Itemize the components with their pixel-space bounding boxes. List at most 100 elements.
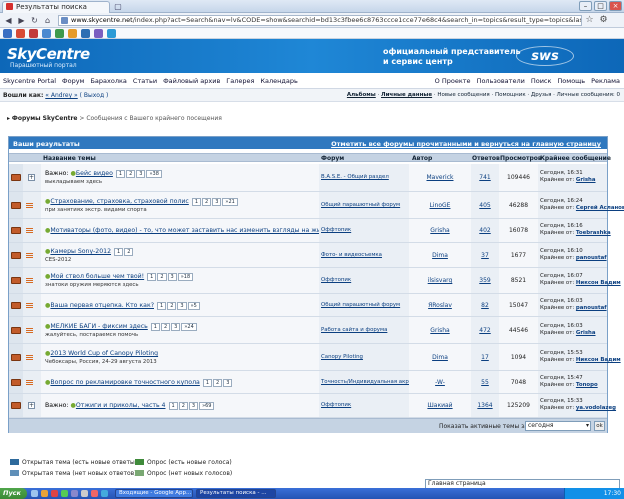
page-link[interactable]: 2 xyxy=(124,248,134,256)
quicklaunch-icon[interactable] xyxy=(91,490,98,497)
last-post-author[interactable]: Grisha xyxy=(576,177,596,183)
forum-link[interactable]: Оффтопик xyxy=(321,227,351,233)
page-link[interactable]: 2 xyxy=(160,323,171,331)
page-link[interactable]: 2 xyxy=(126,170,136,178)
minimize-icon[interactable]: – xyxy=(579,1,592,11)
page-link[interactable]: 1 xyxy=(114,248,124,256)
topic-link[interactable]: Страхование, страховка, страховой полис xyxy=(50,198,188,205)
quicklaunch-icon[interactable] xyxy=(51,490,58,497)
start-button[interactable]: Пуск xyxy=(0,488,27,499)
replies-link[interactable]: 359 xyxy=(471,277,499,284)
browser-tab[interactable]: Результаты поиска xyxy=(2,1,110,13)
replies-link[interactable]: 405 xyxy=(471,202,499,209)
page-link[interactable]: »69 xyxy=(199,402,215,410)
mark-all-read-link[interactable]: Отметить все форумы прочитанными и верну… xyxy=(331,140,601,148)
folder-icon[interactable] xyxy=(11,402,21,409)
topic-link[interactable]: Мой ствол больше чем твой! xyxy=(50,273,144,280)
last-post-author[interactable]: Никсон Вадим xyxy=(576,280,621,286)
forward-icon[interactable]: ▶ xyxy=(16,15,27,26)
last-post-date[interactable]: Сегодня, 16:03 xyxy=(540,323,583,329)
taskbar-item-browser[interactable]: Результаты поиска - ... xyxy=(196,489,276,498)
last-post-date[interactable]: Сегодня, 16:16 xyxy=(540,223,583,229)
site-logo[interactable]: SkyCentre xyxy=(7,45,90,63)
page-link[interactable]: 1 xyxy=(191,198,202,206)
last-post-author[interactable]: Никсон Вадим xyxy=(576,357,621,363)
author-link[interactable]: Шакиай xyxy=(409,402,471,409)
quicklaunch-icon[interactable] xyxy=(31,490,38,497)
topic-link[interactable]: Бейс видео xyxy=(76,170,113,177)
quicklaunch-icon[interactable] xyxy=(41,490,48,497)
bookmark-icon[interactable] xyxy=(94,29,103,38)
page-link[interactable]: 3 xyxy=(167,273,177,281)
last-post-author[interactable]: ya.vodolazeg xyxy=(576,405,616,411)
author-link[interactable]: ЯRoslav xyxy=(409,302,471,309)
topic-link[interactable]: МЕЛКИЕ БАГИ - фиксим здесь xyxy=(50,323,147,330)
nav-link-right-4[interactable]: Реклама xyxy=(591,77,620,85)
last-post-author[interactable]: Tonopo xyxy=(576,382,598,388)
nav-link-6[interactable]: Календарь xyxy=(260,77,297,85)
bookmark-icon[interactable] xyxy=(29,29,38,38)
page-link[interactable]: 1 xyxy=(115,170,126,178)
last-post-date[interactable]: Сегодня, 15:47 xyxy=(540,375,583,381)
last-post-author[interactable]: panoustaf xyxy=(576,255,607,261)
page-link[interactable]: 1 xyxy=(147,273,157,281)
forum-link[interactable]: B.A.S.E. - Общий раздел xyxy=(321,174,389,180)
page-link[interactable]: 2 xyxy=(157,273,167,281)
expand-icon[interactable]: + xyxy=(28,402,35,409)
nav-link-right-3[interactable]: Помощь xyxy=(557,77,585,85)
author-link[interactable]: Dima xyxy=(409,354,471,361)
last-post-author[interactable]: Toebrashka xyxy=(576,230,611,236)
page-link[interactable]: 1 xyxy=(202,379,213,387)
col-topic[interactable]: Название темы xyxy=(43,155,96,162)
page-link[interactable]: 1 xyxy=(150,323,160,331)
page-link[interactable]: 1 xyxy=(157,302,167,310)
user-link[interactable]: « Andrey » xyxy=(45,92,77,99)
page-link[interactable]: 2 xyxy=(167,302,177,310)
reload-icon[interactable]: ↻ xyxy=(29,15,40,26)
topic-link[interactable]: Вопрос по рекламировке точностного купол… xyxy=(50,379,199,386)
topic-link[interactable]: Камеры Sony-2012 xyxy=(50,248,111,255)
author-link[interactable]: Maverick xyxy=(409,174,471,181)
bookmark-icon[interactable] xyxy=(16,29,25,38)
last-post-date[interactable]: Сегодня, 16:24 xyxy=(540,198,583,204)
col-author[interactable]: Автор xyxy=(412,155,432,162)
topic-link[interactable]: Ваша первая отцепка. Кто как? xyxy=(50,302,154,309)
banner-ad-text[interactable]: официальный представитель и сервис центр xyxy=(383,47,521,67)
forum-link[interactable]: Фото- и видеосъемка xyxy=(321,252,382,258)
nav-link-2[interactable]: Барахолка xyxy=(90,77,126,85)
last-post-date[interactable]: Сегодня, 16:31 xyxy=(540,170,583,176)
page-link[interactable]: »24 xyxy=(181,323,197,331)
page-link[interactable]: 3 xyxy=(212,198,222,206)
ok-button[interactable]: ok xyxy=(594,421,605,431)
user-links-rest[interactable]: · Новые сообщения · Помощник · Друзья · … xyxy=(434,92,620,98)
topic-link[interactable]: 2013 World Cup of Canopy Piloting xyxy=(50,350,158,357)
author-link[interactable]: ilsisvarg xyxy=(409,277,471,284)
nav-link-5[interactable]: Галерея xyxy=(226,77,254,85)
page-link[interactable]: »18 xyxy=(177,273,194,281)
folder-icon[interactable] xyxy=(11,227,21,234)
col-views[interactable]: Просмотров xyxy=(500,155,542,162)
address-bar[interactable]: www.skycentre.net/index.php?act=Search&n… xyxy=(58,15,582,26)
maximize-icon[interactable]: □ xyxy=(594,1,607,11)
bookmark-icon[interactable] xyxy=(55,29,64,38)
folder-icon[interactable] xyxy=(11,302,21,309)
last-post-author[interactable]: Grisha xyxy=(576,330,596,336)
bookmark-star-icon[interactable]: ☆ xyxy=(584,15,595,26)
author-link[interactable]: Grisha xyxy=(409,227,471,234)
sws-logo[interactable]: sws xyxy=(516,46,574,66)
nav-link-4[interactable]: Файловый архив xyxy=(163,77,220,85)
logout-link[interactable]: ( Выход ) xyxy=(80,92,109,99)
replies-link[interactable]: 55 xyxy=(471,379,499,386)
page-link[interactable]: 3 xyxy=(223,379,233,387)
forum-link[interactable]: Общий парашютный форум xyxy=(321,202,400,208)
last-post-date[interactable]: Сегодня, 16:03 xyxy=(540,298,583,304)
folder-icon[interactable] xyxy=(11,379,21,386)
last-post-date[interactable]: Сегодня, 16:10 xyxy=(540,248,583,254)
last-post-author[interactable]: panoustaf xyxy=(576,305,607,311)
topic-link[interactable]: Отжиги и приколы, часть 4 xyxy=(76,402,166,409)
back-icon[interactable]: ◀ xyxy=(3,15,14,26)
page-link[interactable]: 3 xyxy=(171,323,181,331)
nav-link-1[interactable]: Форум xyxy=(62,77,84,85)
folder-icon[interactable] xyxy=(11,252,21,259)
folder-icon[interactable] xyxy=(11,202,21,209)
